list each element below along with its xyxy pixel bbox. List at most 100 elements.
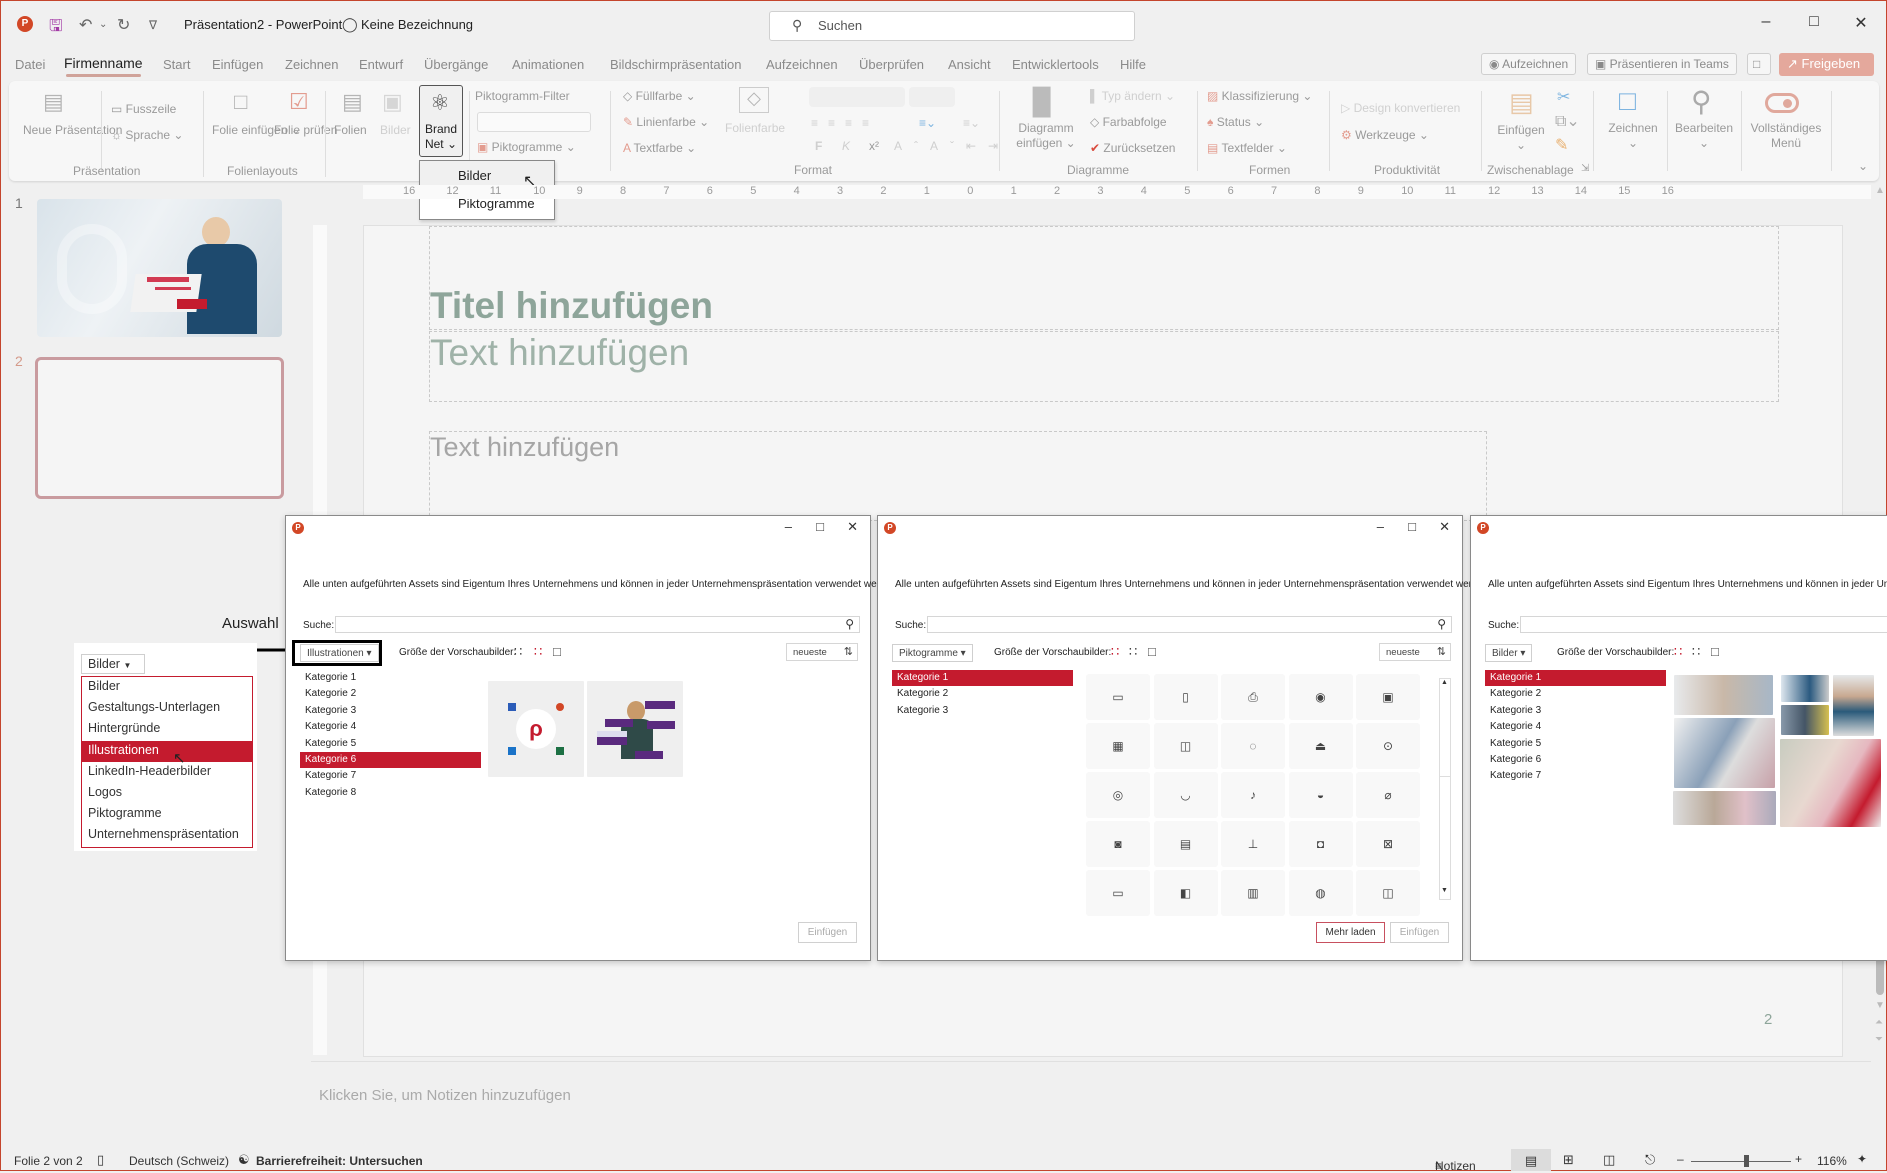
category-item[interactable]: Kategorie 1 [300,670,481,686]
collapse-ribbon-icon[interactable]: ⌄ [1858,159,1868,173]
tab-animationen[interactable]: Animationen [512,57,584,72]
illustration-thumbnail[interactable] [587,681,683,777]
pictogram-thumbnail[interactable]: ▭ [1086,674,1150,720]
small-thumbnails-icon[interactable]: ∷ [514,644,522,660]
large-thumbnails-icon[interactable]: □ [553,644,561,659]
large-thumbnails-icon[interactable]: □ [1711,644,1719,659]
dialog-launcher-icon[interactable]: ⇲ [1581,163,1589,174]
pictogram-thumbnail[interactable]: ▤ [1153,821,1218,867]
pictogram-thumbnail[interactable]: ◎ [1086,772,1150,818]
close-icon[interactable]: ✕ [847,519,858,535]
pictogram-thumbnail[interactable]: ◘ [1288,821,1353,867]
category-item-selected[interactable]: Kategorie 1 [892,670,1073,686]
body-placeholder[interactable]: Text hinzufügen [429,431,1487,521]
scrollbar-thumb[interactable] [1876,955,1884,995]
image-thumbnail[interactable] [1674,718,1775,788]
redo-icon[interactable]: ↻ [117,15,130,35]
category-item[interactable]: Kategorie 5 [1485,736,1666,752]
insert-chart-button[interactable]: Diagramm einfügen ⌄ [1009,121,1083,151]
tab-datei[interactable]: Datei [15,57,45,72]
text-color-button[interactable]: A Textfarbe ⌄ [623,141,696,156]
font-size-change-icons[interactable]: AˆAˇ⇤⇥ [894,139,1010,154]
cut-icon[interactable]: ✂ [1557,87,1570,107]
image-thumbnail[interactable] [1833,675,1874,736]
tab-aufzeichnen[interactable]: Aufzeichnen [766,57,838,72]
font-size-select[interactable] [909,87,955,107]
slide-sorter-icon[interactable]: ⊞ [1563,1152,1574,1168]
bullets-icon[interactable]: ≡⌄ [919,116,936,131]
undo-icon[interactable]: ↶ [79,15,92,35]
slide-info[interactable]: Folie 2 von 2 [14,1154,83,1168]
bold-button[interactable]: F [815,139,822,154]
full-menu-button[interactable]: Vollständiges Menü [1744,121,1828,151]
accessibility-status[interactable]: Barrierefreiheit: Untersuchen [256,1154,423,1168]
language-status[interactable]: Deutsch (Schweiz) [129,1154,229,1168]
minimize-icon[interactable]: – [1751,13,1781,31]
title-placeholder[interactable]: Titel hinzufügen [429,226,1779,330]
asset-type-option[interactable]: Hintergründe [82,719,252,740]
large-thumbnails-icon[interactable]: □ [1148,644,1156,659]
category-item[interactable]: Kategorie 2 [892,686,1073,702]
insert-button[interactable]: Einfügen [798,922,857,943]
status-button[interactable]: ♠ Status ⌄ [1207,115,1264,130]
asset-type-option-selected[interactable]: Illustrationen [82,740,252,762]
brand-net-button[interactable]: ⚛ Brand Net ⌄ [419,85,463,157]
draw-button[interactable]: Zeichnen ⌄ [1604,121,1662,151]
asset-type-option[interactable]: Piktogramme [82,804,252,825]
paste-button[interactable]: Einfügen ⌄ [1491,123,1551,153]
tab-hilfe[interactable]: Hilfe [1120,57,1146,72]
category-item[interactable]: Kategorie 7 [1485,768,1666,784]
category-item[interactable]: Kategorie 2 [300,686,481,702]
medium-thumbnails-icon[interactable]: ∷ [534,644,542,660]
images-button[interactable]: Bilder [380,123,411,138]
pictogram-thumbnail[interactable]: ⏏ [1288,723,1353,769]
comments-button[interactable]: □ [1747,53,1771,75]
insert-button[interactable]: Einfügen [1390,922,1449,943]
pictogram-thumbnail[interactable]: ◌ [1221,723,1285,769]
slide-thumbnail-2[interactable] [35,357,284,499]
edit-button[interactable]: Bearbeiten ⌄ [1669,121,1739,151]
search-icon[interactable]: ⚲ [1437,617,1446,631]
scrollbar-thumb[interactable] [1440,693,1450,777]
insert-slide-button[interactable]: Folie einfügen ⌄ [212,123,301,138]
image-thumbnail[interactable] [1781,675,1829,702]
illustration-thumbnail[interactable]: ρ [488,681,584,777]
numbering-icon[interactable]: ≡⌄ [963,116,980,131]
record-button[interactable]: ◉ Aufzeichnen [1481,53,1577,75]
asset-type-option[interactable]: Bilder [82,677,252,698]
maximize-icon[interactable]: □ [1799,13,1829,31]
line-color-button[interactable]: ✎ Linienfarbe ⌄ [623,115,709,130]
fit-to-window-icon[interactable]: ✦ [1857,1152,1867,1166]
tab-start[interactable]: Start [163,57,190,72]
superscript-icon[interactable]: x² [869,139,879,154]
category-item[interactable]: Kategorie 3 [1485,703,1666,719]
convert-design-button[interactable]: ▷ Design konvertieren [1341,101,1460,116]
pictogram-scrollbar[interactable]: ▲ ▼ [1439,678,1451,900]
zoom-in-icon[interactable]: + [1795,1152,1802,1166]
image-thumbnail[interactable] [1673,791,1776,825]
asset-type-select[interactable]: Illustrationen ▾ [300,644,379,662]
category-item[interactable]: Kategorie 8 [300,785,481,801]
load-more-button[interactable]: Mehr laden [1316,922,1385,943]
tab-entwurf[interactable]: Entwurf [359,57,403,72]
medium-thumbnails-icon[interactable]: ∷ [1129,644,1137,660]
pictogram-thumbnail[interactable]: ⎙ [1221,674,1285,720]
category-item-selected[interactable]: Kategorie 1 [1485,670,1666,686]
pictogram-thumbnail[interactable]: ▣ [1356,674,1420,720]
new-presentation-button[interactable]: Neue Präsentation [23,123,122,138]
tab-ansicht[interactable]: Ansicht [948,57,991,72]
fill-color-button[interactable]: ◇ Füllfarbe ⌄ [623,89,696,104]
save-icon[interactable]: 🖫 [49,15,63,42]
copy-icon[interactable]: ⧉⌄ [1555,111,1580,131]
zoom-slider[interactable] [1691,1161,1791,1162]
slide-thumbnail-1[interactable] [37,199,282,337]
slides-button[interactable]: Folien [334,123,367,138]
pictogram-thumbnail[interactable]: ◙ [1086,821,1150,867]
tab-firmenname[interactable]: Firmenname [64,55,143,77]
image-thumbnail[interactable] [1781,705,1829,735]
asset-type-option[interactable]: LinkedIn-Headerbilder [82,762,252,783]
close-icon[interactable]: ✕ [1846,13,1876,33]
tools-button[interactable]: ⚙ Werkzeuge ⌄ [1341,128,1429,143]
category-item[interactable]: Kategorie 2 [1485,686,1666,702]
zoom-slider-thumb[interactable] [1744,1155,1749,1167]
